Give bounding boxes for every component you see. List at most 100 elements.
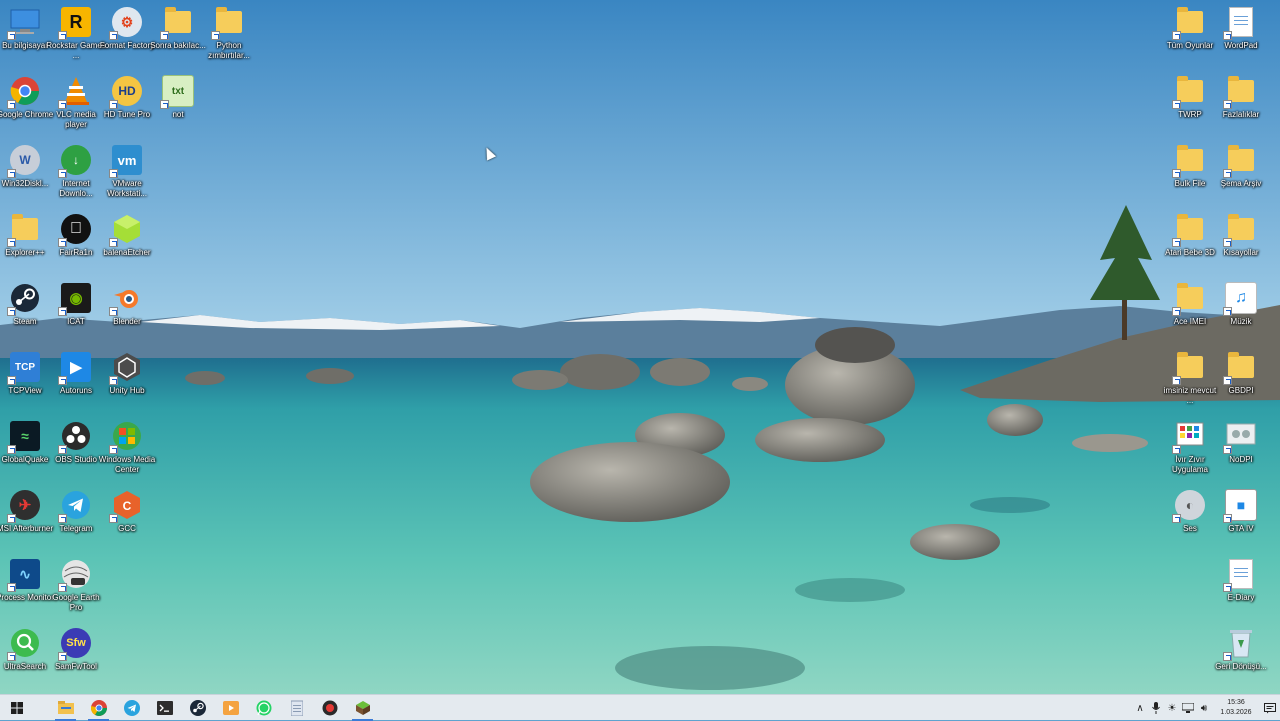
- shortcut-arrow-icon: [1223, 169, 1232, 178]
- idm-icon: ↓: [58, 144, 92, 178]
- desktop-icon-gbdpi[interactable]: GBDPI: [1211, 351, 1271, 396]
- tcpview-icon: TCP: [7, 351, 41, 385]
- notepad-icon: [290, 700, 303, 716]
- shortcut-arrow-icon: [58, 376, 67, 385]
- folder-icon: [7, 213, 41, 247]
- desktop-icon-k-sayollar[interactable]: Kısayollar: [1211, 213, 1271, 258]
- brightness-icon[interactable]: ☀: [1164, 695, 1180, 721]
- shortcut-arrow-icon: [109, 169, 118, 178]
- music-icon: ♫: [1223, 282, 1257, 316]
- taskbar-whatsapp[interactable]: [247, 695, 280, 721]
- hdtune-icon: HD: [109, 75, 143, 109]
- apps-grid-icon: [1172, 420, 1206, 454]
- taskbar-chrome[interactable]: [82, 695, 115, 721]
- desktop-icon-label: SamFwTool: [55, 662, 97, 671]
- unity-icon: [109, 351, 143, 385]
- folder-icon: [211, 6, 245, 40]
- clock-time: 15:36: [1227, 699, 1245, 706]
- shortcut-arrow-icon: [7, 445, 16, 454]
- desktop-icon-windows-media-center[interactable]: Windows Media Center: [97, 420, 157, 475]
- globalquake-icon: ≈: [7, 420, 41, 454]
- document-icon: [1223, 558, 1257, 592]
- shortcut-arrow-icon: [1172, 100, 1181, 109]
- start-icon: [10, 701, 23, 714]
- taskbar-minecraft[interactable]: [346, 695, 379, 721]
- shortcut-arrow-icon: [58, 100, 67, 109]
- taskbar-recorder[interactable]: [313, 695, 346, 721]
- shortcut-arrow-icon: [58, 31, 67, 40]
- taskbar-clock[interactable]: 15:36 1.03.2026: [1212, 698, 1260, 718]
- samfw-icon: Sfw: [58, 627, 92, 661]
- shortcut-arrow-icon: [7, 31, 16, 40]
- taskbar-file-explorer[interactable]: [49, 695, 82, 721]
- shortcut-arrow-icon: [7, 583, 16, 592]
- network-icon[interactable]: [1180, 695, 1196, 721]
- volume-icon[interactable]: 🔊︎: [1196, 695, 1212, 721]
- notification-icon: [1264, 702, 1276, 713]
- taskbar-telegram[interactable]: [115, 695, 148, 721]
- shortcut-arrow-icon: [1223, 307, 1232, 316]
- recycle-bin-icon: [1223, 627, 1257, 661]
- minecraft-icon: [355, 700, 370, 715]
- desktop-icon-python-z-mb-rt-lar[interactable]: Python zımbırtılar...: [199, 6, 259, 61]
- folder-icon: [1223, 213, 1257, 247]
- desktop-icon-ema-ar-iv[interactable]: Şema Arşiv: [1211, 144, 1271, 189]
- file-explorer-icon: [57, 701, 74, 714]
- etcher-icon: [109, 213, 143, 247]
- folder-icon: [1172, 6, 1206, 40]
- taskbar-notepad[interactable]: [280, 695, 313, 721]
- ultrasearch-icon: [7, 627, 41, 661]
- taskbar: ∧ ☀ 🔊︎ 15:36 1.03.2026: [0, 694, 1280, 721]
- shortcut-arrow-icon: [1223, 652, 1232, 661]
- chrome-icon: [90, 699, 107, 716]
- nvidia-icon: ◉: [58, 282, 92, 316]
- desktop-icon-label: Geri Dönüşü...: [1215, 662, 1267, 671]
- shortcut-arrow-icon: [211, 31, 220, 40]
- taskbar-terminal[interactable]: [148, 695, 181, 721]
- chevron-up-icon[interactable]: ∧: [1132, 695, 1148, 721]
- desktop-icon-fazlal-klar[interactable]: Fazlalıklar: [1211, 75, 1271, 120]
- desktop-icon-vmware-workstati[interactable]: vm VMware Workstati...: [97, 144, 157, 199]
- terminal-icon: [156, 700, 173, 715]
- desktop-icon-label: Blender: [113, 317, 141, 326]
- desktop-icon-not[interactable]: txt not: [148, 75, 208, 120]
- desktop-icon-samfwtool[interactable]: Sfw SamFwTool: [46, 627, 106, 672]
- desktop-icon-blender[interactable]: Blender: [97, 282, 157, 327]
- win32disk-icon: W: [7, 144, 41, 178]
- desktop-icon-geri-d-n[interactable]: Geri Dönüşü...: [1211, 627, 1271, 672]
- clock-date: 1.03.2026: [1220, 709, 1252, 716]
- desktop-icon-label: Müzik: [1230, 317, 1252, 326]
- chrome-icon: [7, 75, 41, 109]
- shortcut-arrow-icon: [109, 238, 118, 247]
- shortcut-arrow-icon: [58, 583, 67, 592]
- desktop-icon-google-earth-pro[interactable]: Google Earth Pro: [46, 558, 106, 613]
- desktop-icon-m-zik[interactable]: ♫ Müzik: [1211, 282, 1271, 327]
- shortcut-arrow-icon: [109, 514, 118, 523]
- desktop-icon-nodpi[interactable]: NoDPI: [1211, 420, 1271, 465]
- desktop-icon-unity-hub[interactable]: Unity Hub: [97, 351, 157, 396]
- desktop-icon-label: not: [172, 110, 184, 119]
- shortcut-arrow-icon: [1172, 307, 1181, 316]
- folder-icon: [160, 6, 194, 40]
- desktop-icon-label: WordPad: [1224, 41, 1258, 50]
- taskbar-media-player[interactable]: [214, 695, 247, 721]
- desktop-icon-gcc[interactable]: C GCC: [97, 489, 157, 534]
- shortcut-arrow-icon: [1172, 31, 1181, 40]
- desktop-icon-label: Python zımbırtılar...: [208, 41, 250, 60]
- desktop-icon-balenaetcher[interactable]: balenaEtcher: [97, 213, 157, 258]
- folder-icon: [1172, 75, 1206, 109]
- notification-center-button[interactable]: [1260, 695, 1280, 721]
- shortcut-arrow-icon: [1172, 445, 1181, 454]
- shortcut-arrow-icon: [1223, 376, 1232, 385]
- blender-icon: [109, 282, 143, 316]
- folder-icon: [1223, 144, 1257, 178]
- start-button[interactable]: [0, 695, 33, 721]
- microphone-icon[interactable]: [1148, 695, 1164, 721]
- taskbar-steam[interactable]: [181, 695, 214, 721]
- desktop-icon-wordpad[interactable]: WordPad: [1211, 6, 1271, 51]
- desktop-icon-e-diary[interactable]: E-Diary: [1211, 558, 1271, 603]
- notepad-icon: txt: [160, 75, 194, 109]
- shortcut-arrow-icon: [58, 169, 67, 178]
- gta-icon: ■: [1223, 489, 1257, 523]
- desktop-icon-gta-iv[interactable]: ■ GTA IV: [1211, 489, 1271, 534]
